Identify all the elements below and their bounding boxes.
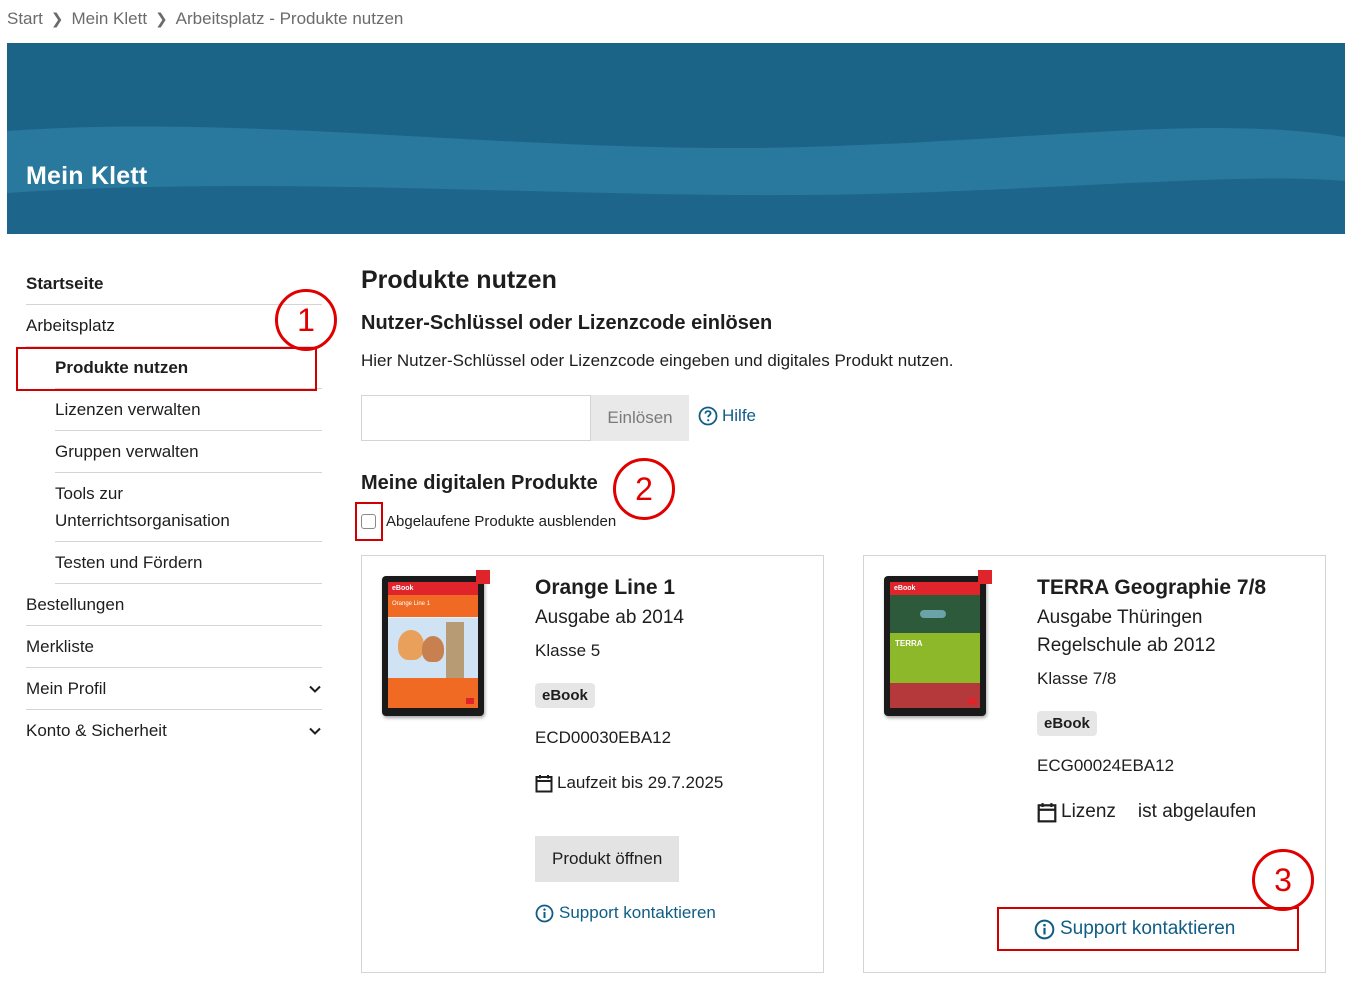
product-runtime-label: Laufzeit bis 29.7.2025 — [557, 773, 724, 792]
annotation-marker: 3 — [1252, 849, 1314, 911]
chevron-down-icon[interactable] — [308, 724, 322, 738]
product-info: TERRA Geographie 7/8 Ausgabe Thüringen R… — [1034, 576, 1317, 939]
sidebar-item-konto-sicherheit[interactable]: Konto & Sicherheit — [26, 710, 322, 752]
sidebar-item-label: Tools zur Unterrichtsorganisation — [55, 480, 230, 534]
hide-expired-label: Abgelaufene Produkte ausblenden — [386, 513, 617, 530]
sidebar-item-label: Merkliste — [26, 636, 95, 656]
product-subtitle: Regelschule ab 2012 — [1037, 635, 1216, 656]
sidebar-nav: Startseite Arbeitsplatz Produkte nutzen … — [26, 263, 322, 752]
annotation-marker: 2 — [613, 458, 675, 520]
product-card: eBook Orange Line 1 Orange Line 1 Ausgab… — [361, 555, 824, 973]
product-subtitle: Ausgabe ab 2014 — [535, 607, 684, 628]
page-title: Produkte nutzen — [361, 266, 557, 294]
sidebar-item-bestellungen[interactable]: Bestellungen — [26, 584, 322, 626]
sidebar-item-testen-foerdern[interactable]: Testen und Fördern — [55, 542, 322, 584]
sidebar-item-label: Testen und Fördern — [55, 552, 203, 572]
sidebar-item-label-line2: Unterrichtsorganisation — [55, 511, 230, 530]
info-circle-icon — [535, 904, 554, 922]
cover-tag: eBook — [890, 582, 980, 595]
sidebar-item-label: Startseite — [26, 273, 104, 293]
product-subtitle: Ausgabe Thüringen — [1037, 607, 1203, 628]
sidebar-item-startseite[interactable]: Startseite — [26, 263, 322, 305]
help-link[interactable]: Hilfe — [698, 406, 756, 426]
product-cover: eBook Orange Line 1 — [382, 570, 490, 716]
product-type-badge: eBook — [1037, 711, 1097, 736]
cover-tag: eBook — [388, 582, 478, 595]
license-word: Lizenz — [1061, 801, 1116, 822]
calendar-icon — [1037, 802, 1057, 822]
help-circle-icon — [698, 406, 718, 426]
sidebar-item-label: Lizenzen verwalten — [55, 399, 201, 419]
sidebar-item-label: Konto & Sicherheit — [26, 721, 167, 740]
product-klasse: Klasse 7/8 — [1037, 669, 1117, 688]
product-code: ECG00024EBA12 — [1037, 756, 1175, 775]
sidebar-item-gruppen-verwalten[interactable]: Gruppen verwalten — [55, 431, 322, 473]
product-info: Orange Line 1 Ausgabe ab 2014 Klasse 5 e… — [535, 576, 815, 923]
annotation-box — [355, 502, 383, 541]
product-cover: eBook TERRA — [884, 570, 992, 716]
redeem-button[interactable]: Einlösen — [591, 395, 689, 441]
sidebar-item-label: Mein Profil — [26, 678, 107, 698]
sidebar-item-merkliste[interactable]: Merkliste — [26, 626, 322, 668]
cover-series: Orange Line 1 — [392, 601, 431, 607]
chevron-down-icon[interactable] — [308, 682, 322, 696]
product-title: Orange Line 1 — [535, 576, 676, 599]
product-klasse: Klasse 5 — [535, 641, 601, 660]
help-link-label: Hilfe — [722, 406, 757, 425]
annotation-marker: 1 — [275, 289, 337, 351]
annotation-box — [16, 347, 317, 391]
redeem-heading: Nutzer-Schlüssel oder Lizenzcode einlöse… — [361, 312, 773, 334]
breadcrumb: Start ❯ Mein Klett ❯ Arbeitsplatz - Prod… — [7, 8, 403, 30]
sidebar-item-tools[interactable]: Tools zur Unterrichtsorganisation — [55, 473, 322, 542]
product-runtime: Laufzeit bis 29.7.2025 — [535, 773, 815, 793]
sidebar-item-label: Bestellungen — [26, 594, 125, 614]
sidebar-item-lizenzen-verwalten[interactable]: Lizenzen verwalten — [55, 389, 322, 431]
breadcrumb-current: Arbeitsplatz - Produkte nutzen — [175, 9, 404, 28]
license-code-input[interactable] — [361, 395, 591, 441]
banner-title: Mein Klett — [26, 162, 148, 190]
sidebar-item-label: Arbeitsplatz — [26, 315, 115, 335]
chevron-right-icon: ❯ — [155, 11, 168, 28]
open-product-button[interactable]: Produkt öffnen — [535, 836, 680, 882]
sidebar-item-label: Gruppen verwalten — [55, 441, 199, 461]
breadcrumb-mein-klett[interactable]: Mein Klett — [71, 9, 147, 29]
support-link[interactable]: Support kontaktieren — [535, 903, 815, 923]
header-banner: Mein Klett — [7, 43, 1345, 234]
wave-background — [7, 43, 1345, 234]
license-status-label: ist abgelaufen — [1137, 801, 1257, 822]
sidebar-item-label-line1: Tools zur — [55, 484, 124, 503]
sidebar-item-mein-profil[interactable]: Mein Profil — [26, 668, 322, 710]
annotation-box — [997, 907, 1299, 951]
product-title: TERRA Geographie 7/8 — [1037, 576, 1267, 599]
calendar-icon — [535, 774, 553, 792]
cover-series: TERRA — [895, 639, 923, 648]
products-heading: Meine digitalen Produkte — [361, 472, 598, 494]
license-status: Lizenz ist abgelaufen — [1037, 801, 1317, 823]
redeem-description: Hier Nutzer-Schlüssel oder Lizenzcode ei… — [361, 351, 954, 370]
breadcrumb-start[interactable]: Start — [7, 9, 43, 29]
hide-expired-toggle[interactable]: Abgelaufene Produkte ausblenden — [361, 513, 616, 530]
chevron-right-icon: ❯ — [50, 11, 64, 28]
product-code: ECD00030EBA12 — [535, 728, 672, 747]
product-type-badge: eBook — [535, 683, 595, 708]
support-link-label: Support kontaktieren — [559, 903, 716, 922]
